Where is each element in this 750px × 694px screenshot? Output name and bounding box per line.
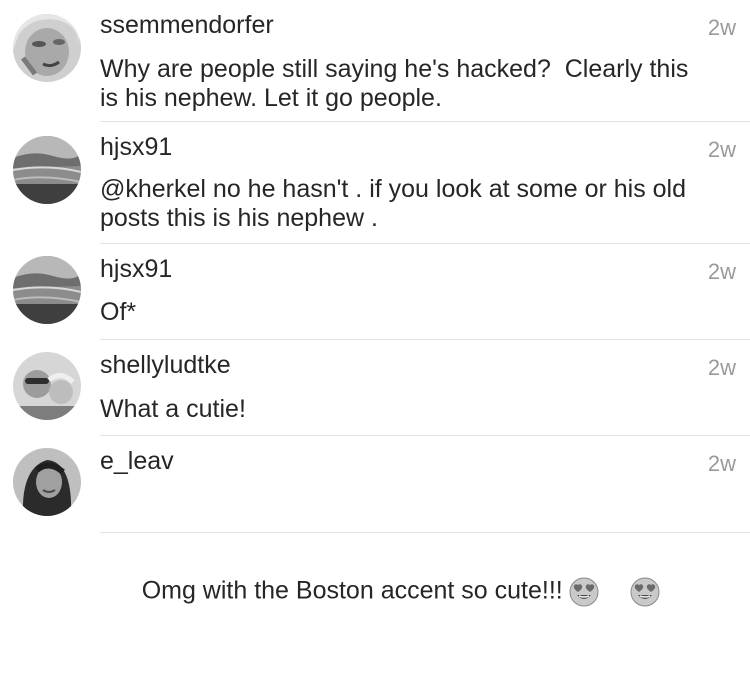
- comment-text: @kherkel no he hasn't . if you look at s…: [100, 175, 687, 232]
- comment-text: What a cutie!: [100, 395, 246, 423]
- avatar[interactable]: [13, 136, 81, 204]
- avatar[interactable]: [13, 352, 81, 420]
- comment-timestamp: 2w: [707, 355, 736, 380]
- comment-timestamp: 2w: [707, 15, 736, 40]
- comment-item: e_leav 2w Omg with the Boston accent so …: [0, 436, 750, 607]
- comment-username[interactable]: e_leav: [100, 446, 174, 476]
- comment-text: Why are people still saying he's hacked?…: [100, 55, 689, 112]
- comment-username[interactable]: hjsx91: [100, 254, 172, 284]
- avatar[interactable]: [13, 14, 81, 82]
- comment-username[interactable]: ssemmendorfer: [100, 10, 274, 40]
- comment-timestamp: 2w: [707, 259, 736, 284]
- comment-item: hjsx91 2w Of*: [0, 244, 750, 340]
- comment-username[interactable]: shellyludtke: [100, 350, 231, 380]
- comment-text-body: Omg with the Boston accent so cute!!!: [141, 576, 563, 605]
- comment-text: Of*: [100, 298, 137, 326]
- heart-eyes-emoji-icon: [569, 519, 625, 665]
- comment-timestamp: 2w: [707, 451, 736, 476]
- comment-item: hjsx91 2w @kherkel no he hasn't . if you…: [0, 122, 750, 244]
- avatar[interactable]: [13, 448, 81, 516]
- comment-item: shellyludtke 2w What a cutie!: [0, 340, 750, 436]
- heart-eyes-emoji-icon: [630, 519, 686, 665]
- comment-list: ssemmendorfer 2w Why are people still sa…: [0, 0, 750, 607]
- comment-username[interactable]: hjsx91: [100, 132, 172, 162]
- avatar[interactable]: [13, 256, 81, 324]
- comment-text: Omg with the Boston accent so cute!!!: [100, 490, 732, 694]
- comment-timestamp: 2w: [707, 137, 736, 162]
- comment-item: ssemmendorfer 2w Why are people still sa…: [0, 0, 750, 122]
